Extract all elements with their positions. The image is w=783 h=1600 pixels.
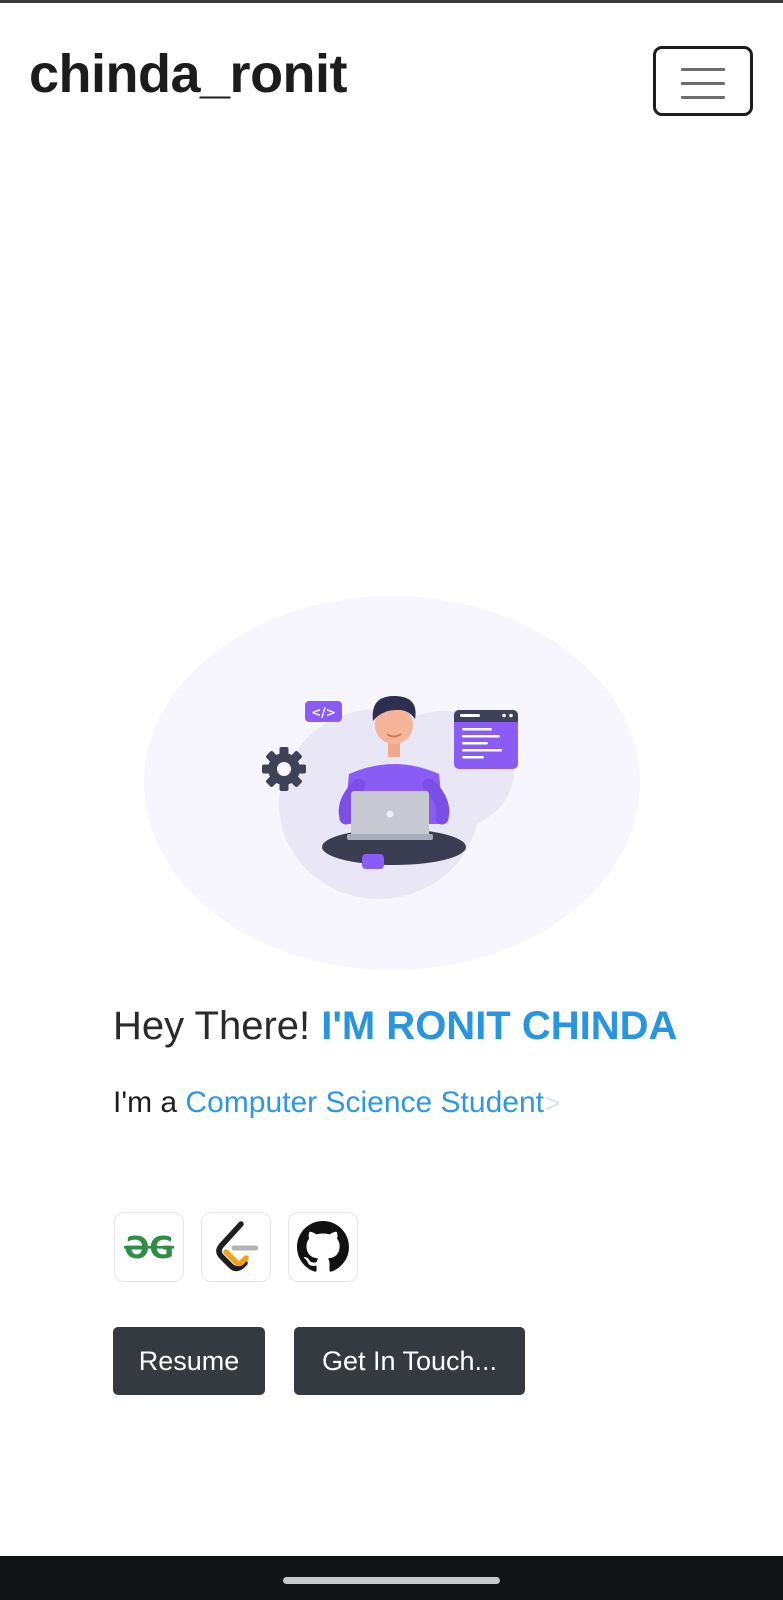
home-gesture-handle[interactable]	[283, 1577, 500, 1584]
geeksforgeeks-icon: ƏG	[124, 1231, 174, 1265]
hamburger-icon-bar	[681, 82, 725, 85]
github-link[interactable]	[288, 1212, 358, 1282]
leetcode-link[interactable]	[201, 1212, 271, 1282]
hero-headline: Hey There! I'M RONIT CHINDA	[113, 1006, 677, 1046]
hamburger-icon	[681, 68, 725, 71]
gear-icon	[262, 747, 306, 791]
developer-illustration: </>	[144, 596, 640, 970]
hero-role-line: I'm a Computer Science Student>	[113, 1088, 560, 1118]
get-in-touch-button[interactable]: Get In Touch...	[294, 1327, 525, 1395]
navbar: chinda_ronit	[0, 3, 783, 123]
geeksforgeeks-link[interactable]: ƏG	[114, 1212, 184, 1282]
resume-button[interactable]: Resume	[113, 1327, 265, 1395]
code-tag-label: </>	[311, 706, 336, 720]
github-icon	[297, 1221, 349, 1272]
leetcode-icon	[216, 1221, 259, 1272]
hero-greeting: Hey There!	[113, 1004, 322, 1048]
brand-logo[interactable]: chinda_ronit	[29, 47, 348, 101]
hero-illustration: </>	[144, 596, 640, 970]
menu-toggle-button[interactable]	[653, 46, 753, 116]
hamburger-icon-bar	[681, 96, 725, 99]
role-prefix: I'm a	[113, 1086, 186, 1119]
code-tag-icon: </>	[305, 701, 342, 722]
code-window-icon	[454, 710, 518, 769]
typed-role: Computer Science Student	[185, 1086, 544, 1119]
hero-name: I'M RONIT CHINDA	[321, 1004, 678, 1048]
typing-caret: >	[544, 1088, 561, 1118]
